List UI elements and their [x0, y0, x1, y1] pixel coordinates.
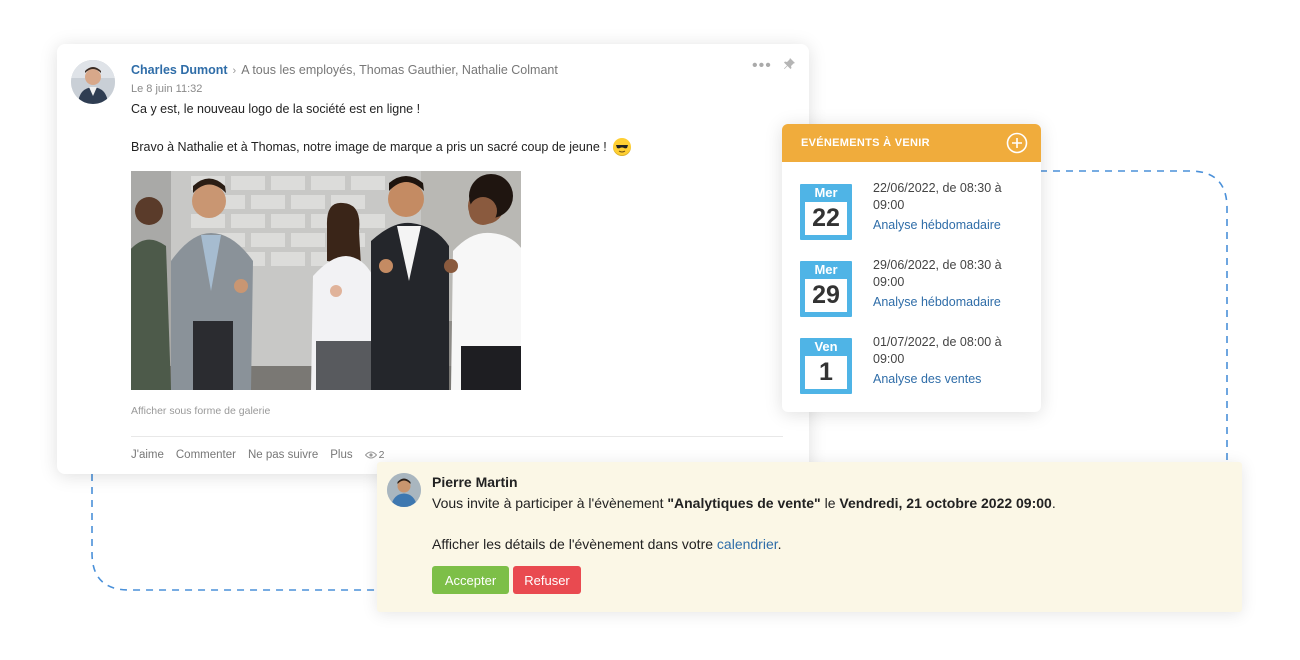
post-actions: J'aime Commenter Ne pas suivre Plus 2	[131, 449, 384, 461]
chevron-right-icon: ›	[232, 65, 237, 77]
upcoming-events-card: EVÉNEMENTS À VENIR Mer 22 22/06/2022, de…	[782, 124, 1041, 412]
view-count: 2	[364, 449, 385, 461]
event-name: "Analytiques de vente"	[667, 495, 821, 511]
invitation-text-suffix: .	[1051, 495, 1056, 511]
post-date: Le 8 juin 11:32	[131, 83, 203, 95]
post-text-line-2-text: Bravo à Nathalie et à Thomas, notre imag…	[131, 140, 607, 154]
event-datetime: 29/06/2022, de 08:30 à 09:00	[873, 258, 1002, 289]
invitation-details: Afficher les détails de l'évènement dans…	[432, 536, 782, 552]
refuse-button[interactable]: Refuser	[513, 566, 581, 594]
invitation-message: Vous invite à participer à l'évènement "…	[432, 495, 1056, 511]
invitation-text-mid: le	[820, 495, 840, 511]
event-day-number: 29	[805, 279, 847, 312]
event-day-number: 1	[805, 356, 847, 389]
event-date: Vendredi, 21 octobre 2022 09:00	[839, 495, 1052, 511]
more-options-icon[interactable]: •••	[752, 57, 772, 75]
events-title: EVÉNEMENTS À VENIR	[801, 137, 930, 149]
invitation-text-prefix: Vous invite à participer à l'évènement	[432, 495, 668, 511]
like-button[interactable]: J'aime	[131, 449, 164, 461]
eye-icon	[364, 451, 377, 459]
event-datetime: 01/07/2022, de 08:00 à 09:00	[873, 335, 1002, 366]
event-title-link[interactable]: Analyse des ventes	[873, 372, 981, 386]
events-header: EVÉNEMENTS À VENIR	[782, 124, 1041, 162]
avatar[interactable]	[71, 60, 115, 104]
post-text-line-1: Ca y est, le nouveau logo de la société …	[131, 102, 421, 116]
event-weekday: Mer	[814, 185, 838, 200]
details-text-prefix: Afficher les détails de l'évènement dans…	[432, 536, 717, 552]
event-invitation-card: Pierre Martin Vous invite à participer à…	[377, 462, 1242, 612]
post-header: Charles Dumont › A tous les employés, Thom…	[131, 63, 558, 77]
event-day-number: 22	[805, 202, 847, 235]
post-card: Charles Dumont › A tous les employés, Thom…	[57, 44, 809, 474]
view-count-value: 2	[378, 449, 385, 461]
more-button[interactable]: Plus	[330, 449, 352, 461]
event-weekday: Mer	[814, 262, 838, 277]
add-event-icon[interactable]	[1006, 132, 1028, 157]
post-text-line-2: Bravo à Nathalie et à Thomas, notre imag…	[131, 138, 631, 156]
pin-icon[interactable]	[783, 57, 796, 75]
author-link[interactable]: Charles Dumont	[131, 63, 228, 77]
divider	[131, 436, 783, 437]
event-weekday: Ven	[814, 339, 838, 354]
post-photo[interactable]	[131, 171, 521, 390]
recipients[interactable]: A tous les employés, Thomas Gauthier, Na…	[241, 63, 558, 77]
unfollow-button[interactable]: Ne pas suivre	[248, 449, 318, 461]
accept-button[interactable]: Accepter	[432, 566, 509, 594]
calendar-date-icon: Mer 29	[800, 261, 852, 317]
calendar-date-icon: Mer 22	[800, 184, 852, 240]
event-title-link[interactable]: Analyse hébdomadaire	[873, 295, 1001, 309]
gallery-view-link[interactable]: Afficher sous forme de galerie	[131, 405, 270, 417]
event-datetime: 22/06/2022, de 08:30 à 09:00	[873, 181, 1002, 212]
event-title-link[interactable]: Analyse hébdomadaire	[873, 218, 1001, 232]
calendar-link[interactable]: calendrier	[717, 536, 778, 552]
calendar-date-icon: Ven 1	[800, 338, 852, 394]
sunglasses-emoji-icon	[612, 138, 631, 156]
inviter-name[interactable]: Pierre Martin	[432, 474, 518, 490]
avatar[interactable]	[387, 473, 421, 507]
details-text-suffix: .	[777, 536, 782, 552]
comment-button[interactable]: Commenter	[176, 449, 236, 461]
